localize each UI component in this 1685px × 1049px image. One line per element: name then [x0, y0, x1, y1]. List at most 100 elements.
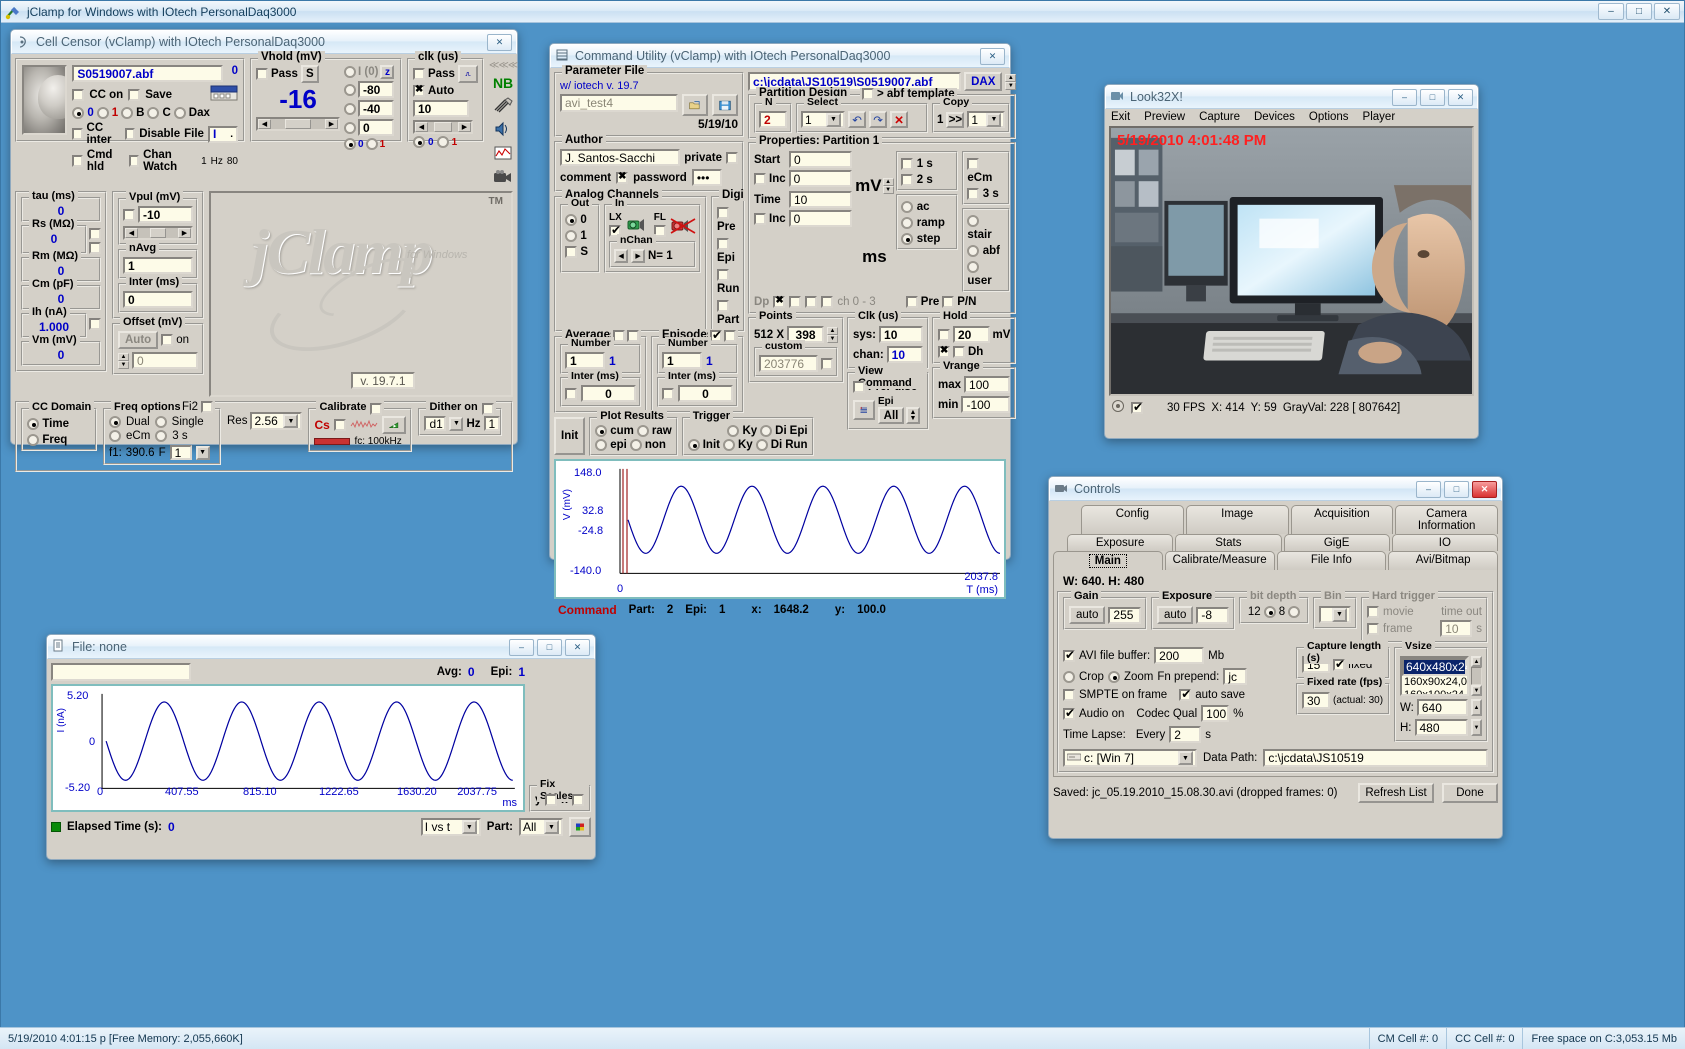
trigger-ky-radio-2[interactable]	[722, 439, 735, 451]
pre-checkbox[interactable]	[905, 296, 918, 308]
movie-trigger-checkbox[interactable]	[1367, 606, 1379, 618]
stair-radio[interactable]	[967, 214, 980, 227]
vhold-s-button[interactable]: S	[300, 65, 319, 83]
cc-domain-freq-radio[interactable]	[27, 433, 39, 446]
dax-button[interactable]: DAX	[964, 72, 1003, 91]
vsize-h-spin[interactable]: ▼	[1471, 719, 1482, 736]
partition-select-dropdown[interactable]: 1 ▼	[801, 111, 845, 128]
pn-checkbox[interactable]	[942, 296, 955, 308]
res-dropdown-arrow[interactable]: ▼	[283, 414, 299, 428]
tab-camera-information[interactable]: Camera Information	[1395, 505, 1498, 534]
plot-epi-radio[interactable]	[595, 439, 608, 451]
plot-mode-arrow[interactable]: ▼	[461, 820, 477, 834]
vsize-item-0[interactable]: 640x480x24,0	[1402, 658, 1467, 676]
view-command-list-icon[interactable]	[853, 400, 875, 420]
chan-watch-checkbox[interactable]	[128, 155, 140, 167]
plot-raw-radio[interactable]	[636, 425, 649, 437]
vhold-chan0-radio[interactable]	[344, 138, 356, 150]
fi2-checkbox[interactable]	[201, 401, 213, 413]
password-field[interactable]: •••	[691, 169, 722, 186]
vhold-level2-radio[interactable]	[344, 102, 356, 115]
points-spinner[interactable]: ▲ ▼	[827, 326, 838, 343]
averages-checkbox-2[interactable]	[627, 330, 639, 342]
time-lapse-field[interactable]: 2	[1169, 726, 1202, 743]
fixed-rate-field[interactable]: 30	[1302, 692, 1330, 709]
file-none-name-field[interactable]	[51, 663, 191, 681]
time-inc-checkbox[interactable]	[754, 212, 766, 225]
start-field[interactable]: 0	[789, 151, 853, 168]
vhold-scroll-right[interactable]: ▶	[325, 119, 338, 129]
trigger-di-radio-2[interactable]	[755, 439, 768, 451]
vhold-scroll-left[interactable]: ◀	[258, 119, 271, 129]
clk-auto-checkbox[interactable]	[413, 84, 425, 97]
bit-depth-12-radio[interactable]	[1263, 606, 1276, 618]
calibrate-checkbox[interactable]	[370, 402, 383, 415]
offset-on-checkbox[interactable]	[161, 334, 174, 346]
nb-button[interactable]: NB	[493, 75, 513, 91]
plot-colors-button[interactable]	[569, 817, 591, 837]
save-checkbox[interactable]	[128, 88, 141, 101]
analog-out-1-radio[interactable]	[565, 229, 577, 242]
nchan-dec-button[interactable]: ◀	[614, 249, 628, 263]
vhold-level1-radio[interactable]	[344, 83, 356, 96]
trigger-di-radio-1[interactable]	[760, 425, 773, 437]
points-custom-checkbox[interactable]	[821, 357, 833, 370]
averages-inter-field[interactable]: 0	[581, 385, 636, 402]
parameter-file-field[interactable]: avi_test4	[560, 94, 678, 112]
author-field[interactable]: J. Santos-Sacchi	[560, 149, 681, 166]
clk-chan-field[interactable]: 10	[886, 346, 923, 363]
part-select-arrow[interactable]: ▼	[544, 820, 559, 834]
start-inc-field[interactable]: 0	[788, 170, 853, 187]
command-utility-close-button[interactable]: ✕	[980, 47, 1005, 65]
capture-fixed-checkbox[interactable]	[1333, 657, 1345, 671]
vhold-level1-field[interactable]: -80	[358, 81, 394, 98]
digi-pre-checkbox[interactable]	[717, 206, 729, 219]
vhold-level3-radio[interactable]	[344, 121, 356, 134]
vpul-field[interactable]: -10	[138, 206, 193, 223]
partition-redo-button[interactable]: ↷	[869, 111, 887, 128]
ff-field[interactable]: 1	[169, 445, 192, 460]
zoom-radio[interactable]	[1107, 670, 1120, 683]
rs-checkbox-2[interactable]	[89, 242, 101, 254]
vsize-scroll-down[interactable]: ▼	[1471, 685, 1482, 696]
clk-scroll-left[interactable]: ◀	[415, 122, 428, 132]
averages-number-field[interactable]: 1	[565, 352, 605, 369]
open-file-icon[interactable]	[682, 94, 708, 116]
copy-to-arrow[interactable]: ▼	[986, 112, 1002, 127]
vhold-level2-field[interactable]: -40	[358, 100, 394, 117]
tab-file-info[interactable]: File Info	[1276, 551, 1387, 570]
step-radio[interactable]	[901, 232, 914, 245]
controls-close-button[interactable]: ✕	[1472, 480, 1497, 498]
vhold-level3-field[interactable]: 0	[358, 119, 394, 136]
averages-inter-checkbox[interactable]	[565, 387, 577, 400]
tab-exposure[interactable]: Exposure	[1067, 534, 1174, 551]
avi-buffer-checkbox[interactable]	[1063, 648, 1075, 662]
episodes-inter-field[interactable]: 0	[678, 385, 733, 402]
nchan-inc-button[interactable]: ▶	[631, 249, 645, 263]
dither-d1-dropdown[interactable]: ▼	[449, 416, 464, 431]
vsize-h-field[interactable]: 480	[1414, 719, 1468, 736]
exposure-field[interactable]: -8	[1196, 606, 1229, 624]
vpul-scroll-right[interactable]: ▶	[178, 228, 191, 238]
speaker-icon[interactable]	[491, 119, 515, 139]
episodes-number-field[interactable]: 1	[662, 352, 702, 369]
user-radio[interactable]	[967, 260, 980, 273]
file-none-close-button[interactable]: ✕	[565, 638, 590, 656]
hold-checkbox[interactable]	[938, 328, 950, 341]
brush-icon[interactable]	[491, 95, 515, 115]
dp-checkbox-1[interactable]	[789, 296, 802, 308]
calibrate-run-button[interactable]	[382, 416, 407, 434]
s3-checkbox[interactable]	[967, 187, 980, 200]
tab-main[interactable]: Main	[1053, 551, 1163, 570]
start-inc-checkbox[interactable]	[754, 172, 766, 185]
cc-on-checkbox[interactable]	[72, 88, 85, 101]
vpul-checkbox[interactable]	[123, 208, 135, 221]
part-select[interactable]: All ▼	[519, 818, 563, 836]
navg-field[interactable]: 1	[123, 257, 193, 274]
menu-preview[interactable]: Preview	[1144, 111, 1185, 123]
hold-field[interactable]: 20	[953, 326, 990, 343]
menu-player[interactable]: Player	[1363, 111, 1396, 123]
vpul-scroll-left[interactable]: ◀	[125, 228, 138, 238]
tab-config[interactable]: Config	[1081, 505, 1184, 534]
video-settings-icon[interactable]	[1111, 399, 1125, 416]
